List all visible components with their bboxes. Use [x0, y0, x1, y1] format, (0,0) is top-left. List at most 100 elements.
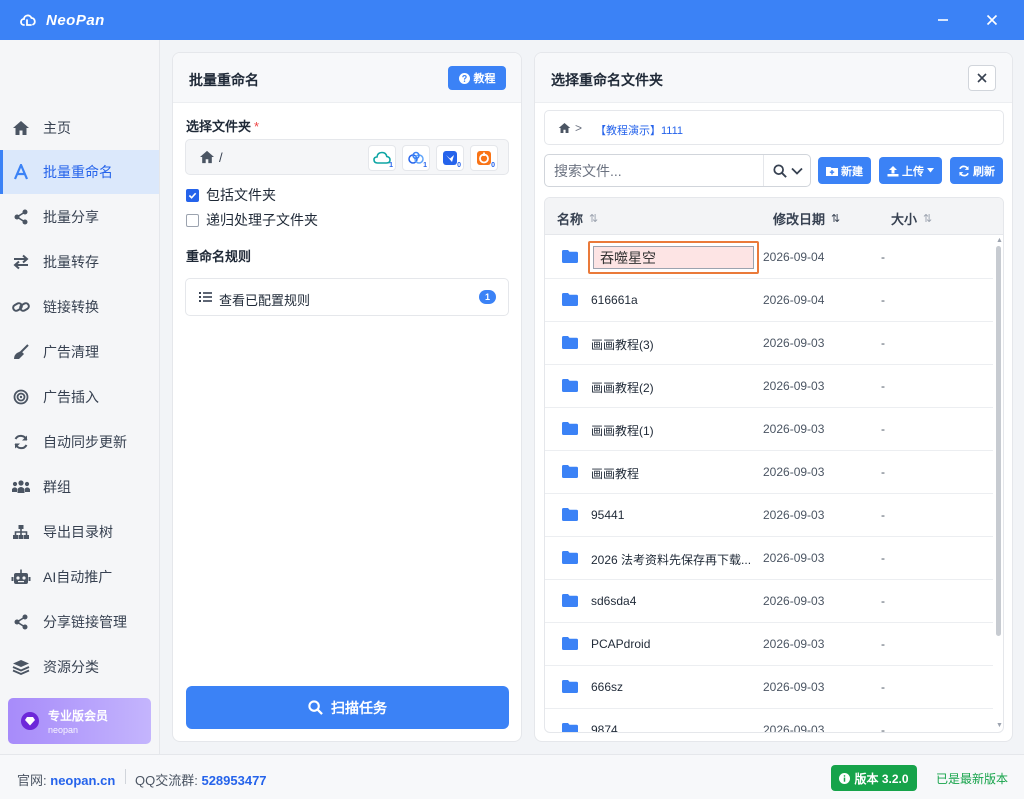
close-panel-button[interactable]: [968, 65, 996, 91]
table-row[interactable]: 2026-09-04 -: [545, 236, 993, 279]
breadcrumb: > 【教程演示】1111: [544, 110, 1004, 145]
qq-group-info: QQ交流群: 528953477: [135, 770, 267, 789]
required-mark: *: [254, 119, 260, 134]
file-size: -: [881, 551, 885, 565]
file-name: 2026 法考资料先保存再下载...: [591, 553, 752, 567]
cloud-drive-b-button[interactable]: 1: [402, 145, 430, 171]
sidebar-item-batch-transfer[interactable]: 批量转存: [0, 240, 159, 284]
table-row[interactable]: 95441 2026-09-03 -: [545, 494, 993, 537]
sidebar-item-ai-promote[interactable]: AI自动推广: [0, 555, 159, 599]
refresh-button[interactable]: 刷新: [950, 157, 1003, 184]
file-name: 画画教程: [591, 467, 640, 481]
scan-task-button[interactable]: 扫描任务: [186, 686, 509, 729]
tutorial-label: 教程: [473, 73, 496, 85]
version-label: 版本 3.2.0: [854, 771, 909, 786]
home-icon[interactable]: [558, 122, 571, 134]
column-date-label: 修改日期: [773, 212, 826, 227]
tutorial-button[interactable]: 教程: [448, 66, 506, 90]
scroll-down-arrow[interactable]: ▼: [996, 722, 1003, 729]
minimize-button[interactable]: [933, 10, 953, 30]
sidebar-item-resource-category[interactable]: 资源分类: [0, 645, 159, 689]
sidebar-item-home[interactable]: 主页: [0, 106, 159, 150]
sidebar-item-batch-rename[interactable]: 批量重命名: [0, 150, 159, 194]
cloud-drive-a-button[interactable]: 1: [368, 145, 396, 171]
chevron-down-icon: [790, 167, 803, 175]
sort-icon: ⇅: [589, 213, 599, 225]
include-folders-label: 包括文件夹: [206, 187, 276, 203]
scrollbar-thumb[interactable]: [996, 246, 1001, 636]
vip-subtitle: neopan: [48, 725, 79, 735]
search-options-button[interactable]: [763, 155, 811, 186]
table-row[interactable]: 画画教程(1) 2026-09-03 -: [545, 408, 993, 451]
folder-path: /: [219, 150, 223, 165]
file-date: 2026-09-03: [763, 551, 825, 565]
search-icon: [308, 700, 323, 715]
folder-icon: [562, 594, 578, 607]
rename-rules-heading: 重命名规则: [186, 249, 252, 264]
table-row[interactable]: 画画教程 2026-09-03 -: [545, 451, 993, 494]
sidebar-item-auto-sync[interactable]: 自动同步更新: [0, 420, 159, 464]
scrollbar[interactable]: ▲ ▼: [994, 236, 1003, 732]
table-row[interactable]: PCAPdroid 2026-09-03 -: [545, 623, 993, 666]
qq-group-link[interactable]: 528953477: [201, 773, 266, 788]
drive-badge: 0: [491, 162, 495, 169]
column-date-header[interactable]: 修改日期 ⇅: [773, 209, 840, 228]
file-date: 2026-09-03: [763, 379, 825, 393]
new-folder-button[interactable]: 新建: [818, 157, 871, 184]
sidebar-item-label: 广告清理: [43, 344, 99, 360]
recursive-checkbox[interactable]: 递归处理子文件夹: [186, 210, 318, 230]
sidebar-item-groups[interactable]: 群组: [0, 465, 159, 509]
cloud-drive-d-button[interactable]: 0: [470, 145, 498, 171]
table-row[interactable]: 画画教程(3) 2026-09-03 -: [545, 322, 993, 365]
panel-header: 选择重命名文件夹: [535, 53, 1012, 103]
title-bar: NeoPan: [0, 0, 1024, 40]
sidebar-item-ad-insert[interactable]: 广告插入: [0, 375, 159, 419]
sidebar-item-label: 链接转换: [43, 299, 99, 315]
version-badge[interactable]: 版本 3.2.0: [831, 765, 917, 791]
table-row[interactable]: 616661a 2026-09-04 -: [545, 279, 993, 322]
checkbox-checked-icon[interactable]: [186, 188, 199, 202]
table-row[interactable]: 画画教程(2) 2026-09-03 -: [545, 365, 993, 408]
folder-path-box[interactable]: / 1 1 0 0: [185, 139, 509, 175]
search-input[interactable]: [554, 161, 759, 181]
checkbox-unchecked-icon[interactable]: [186, 213, 199, 227]
sidebar-item-export-tree[interactable]: 导出目录树: [0, 510, 159, 554]
select-folder-label: 选择文件夹 *: [186, 119, 260, 134]
include-folders-checkbox[interactable]: 包括文件夹: [186, 185, 276, 205]
vip-card[interactable]: 专业版会员 neopan: [8, 698, 151, 744]
file-size: -: [881, 594, 885, 608]
column-name-label: 名称: [557, 212, 584, 227]
close-window-button[interactable]: [982, 10, 1002, 30]
upload-button[interactable]: 上传: [879, 157, 942, 184]
file-name: sd6sda4: [591, 594, 637, 608]
sidebar-item-batch-share[interactable]: 批量分享: [0, 195, 159, 239]
sidebar-item-share-link-manage[interactable]: 分享链接管理: [0, 600, 159, 644]
folder-icon: [562, 723, 578, 732]
table-header: 名称 ⇅ 修改日期 ⇅ 大小 ⇅: [545, 198, 1003, 235]
table-row[interactable]: 2026 法考资料先保存再下载... 2026-09-03 -: [545, 537, 993, 580]
file-date: 2026-09-03: [763, 594, 825, 608]
table-row[interactable]: 9874 2026-09-03 -: [545, 709, 993, 732]
scroll-up-arrow[interactable]: ▲: [996, 237, 1003, 244]
sidebar-item-label: 自动同步更新: [43, 434, 127, 450]
rename-input[interactable]: [593, 246, 754, 269]
file-name: 画画教程(3): [591, 338, 654, 352]
sidebar-item-ad-clean[interactable]: 广告清理: [0, 330, 159, 374]
refresh-label: 刷新: [973, 165, 995, 178]
table-row[interactable]: sd6sda4 2026-09-03 -: [545, 580, 993, 623]
column-size-header[interactable]: 大小 ⇅: [891, 209, 932, 228]
breadcrumb-item[interactable]: 【教程演示】1111: [595, 122, 683, 138]
file-date: 2026-09-03: [763, 336, 825, 350]
website-link[interactable]: neopan.cn: [50, 773, 115, 788]
folder-icon: [562, 551, 578, 564]
sidebar-item-link-convert[interactable]: 链接转换: [0, 285, 159, 329]
table-row[interactable]: 666sz 2026-09-03 -: [545, 666, 993, 709]
view-rules-label: 查看已配置规则: [219, 293, 311, 308]
cloud-drive-c-button[interactable]: 0: [436, 145, 464, 171]
view-rules-button[interactable]: 查看已配置规则 1: [185, 278, 509, 316]
robot-icon: [11, 567, 31, 587]
column-name-header[interactable]: 名称 ⇅: [557, 209, 598, 228]
folder-icon: [562, 637, 578, 650]
sidebar-item-label: 主页: [43, 120, 71, 136]
folder-icon: [562, 336, 578, 349]
